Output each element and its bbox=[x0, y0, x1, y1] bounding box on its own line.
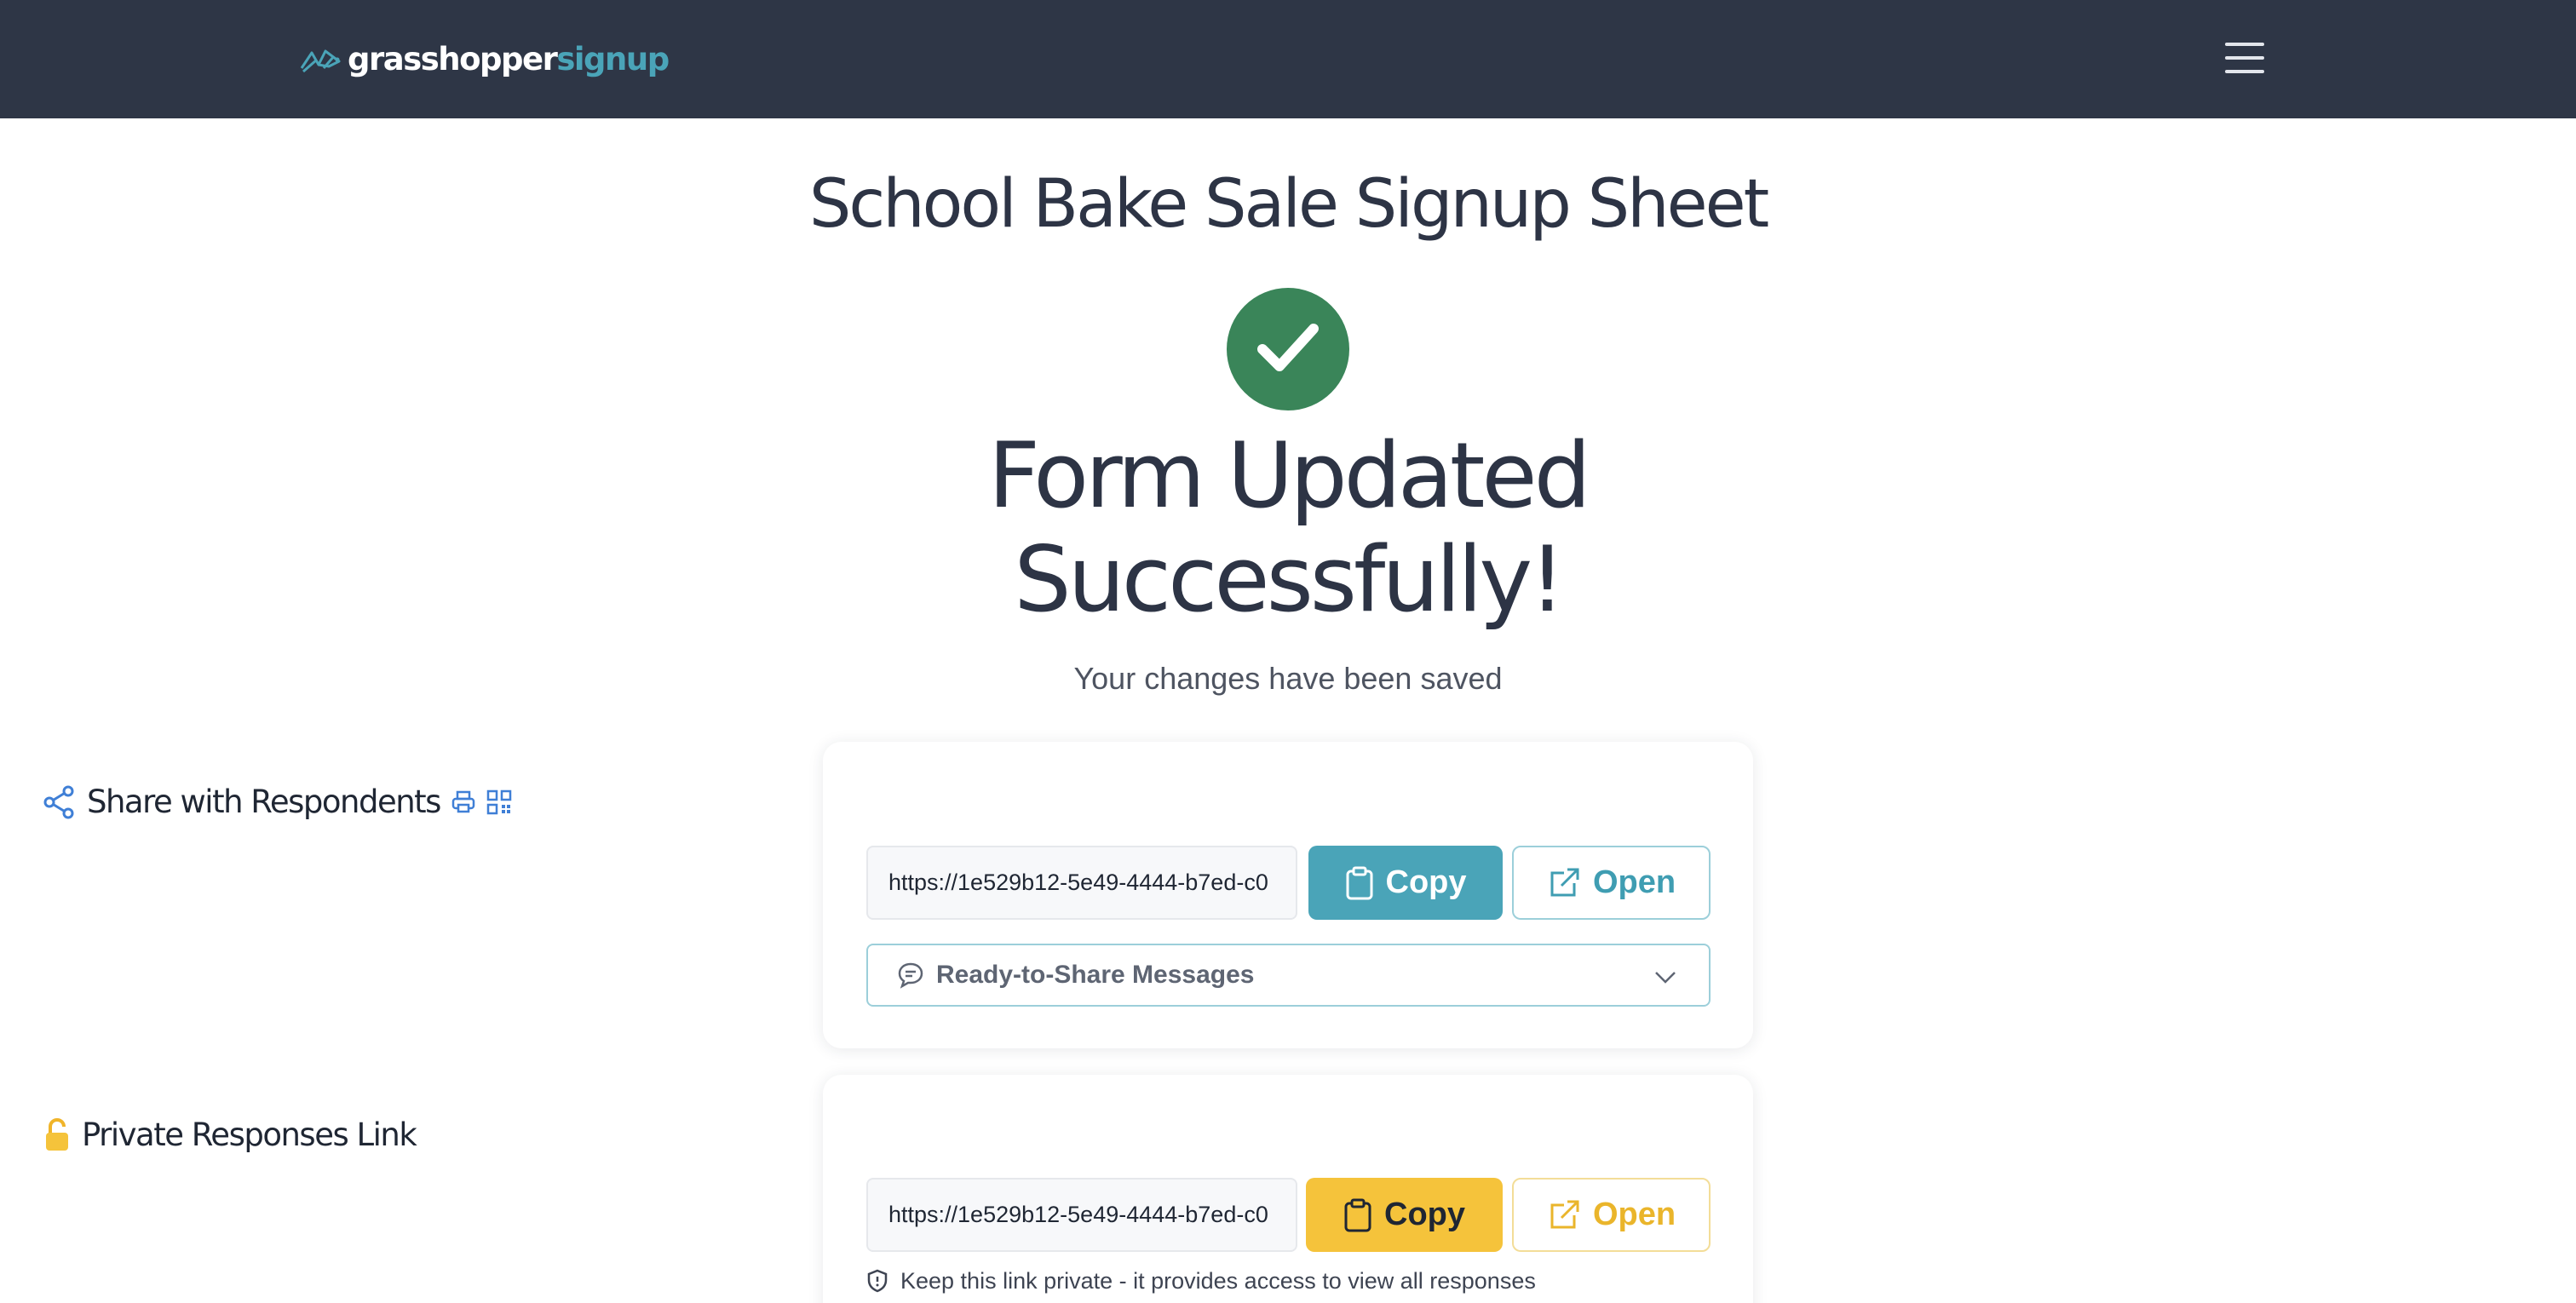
success-headline: Form Updated Successfully! bbox=[0, 424, 2576, 632]
hamburger-menu-icon[interactable] bbox=[2225, 41, 2264, 75]
private-card-header: Private Responses Link bbox=[43, 1111, 417, 1159]
private-open-button[interactable]: Open bbox=[1512, 1178, 1711, 1252]
share-copy-label: Copy bbox=[1385, 864, 1467, 900]
qr-code-icon[interactable] bbox=[486, 789, 512, 815]
chat-bubble-icon bbox=[898, 962, 923, 989]
private-copy-button[interactable]: Copy bbox=[1306, 1178, 1503, 1252]
logo-text-accent: signup bbox=[556, 41, 670, 77]
private-url-input[interactable]: https://1e529b12-5e49-4444-b7ed-c0 bbox=[866, 1178, 1297, 1252]
share-url-input[interactable]: https://1e529b12-5e49-4444-b7ed-c0 bbox=[866, 846, 1297, 920]
logo[interactable]: grasshopper signup bbox=[300, 37, 670, 82]
chevron-down-icon bbox=[1655, 972, 1676, 984]
private-card-title: Private Responses Link bbox=[82, 1116, 417, 1153]
logo-text-primary: grasshopper bbox=[348, 41, 558, 77]
clipboard-icon bbox=[1346, 866, 1372, 899]
shield-icon bbox=[867, 1269, 888, 1293]
private-copy-label: Copy bbox=[1384, 1197, 1465, 1232]
share-open-label: Open bbox=[1592, 864, 1676, 900]
share-open-button[interactable]: Open bbox=[1512, 846, 1711, 920]
saved-message: Your changes have been saved bbox=[1073, 661, 1503, 696]
headline-line-2: Successfully! bbox=[1014, 527, 1565, 632]
grasshopper-logo-icon bbox=[300, 49, 341, 73]
clipboard-icon bbox=[1344, 1198, 1371, 1231]
lock-icon bbox=[46, 1118, 68, 1151]
headline-line-1: Form Updated bbox=[988, 423, 1591, 528]
share-icon bbox=[43, 785, 74, 819]
private-open-label: Open bbox=[1592, 1197, 1676, 1232]
share-card-title: Share with Respondents bbox=[87, 784, 441, 820]
private-link-note: Keep this link private - it provides acc… bbox=[900, 1267, 1536, 1294]
ready-to-share-messages-dropdown[interactable]: Ready-to-Share Messages bbox=[866, 944, 1711, 1007]
share-copy-button[interactable]: Copy bbox=[1308, 846, 1503, 920]
dropdown-label: Ready-to-Share Messages bbox=[936, 961, 1255, 989]
top-navbar: grasshopper signup bbox=[0, 0, 2576, 118]
external-link-icon bbox=[1550, 868, 1579, 896]
printer-icon[interactable] bbox=[451, 789, 476, 815]
private-link-warning: Keep this link private - it provides acc… bbox=[866, 1266, 1536, 1296]
page-title: School Bake Sale Signup Sheet bbox=[808, 166, 1769, 243]
share-card-header: Share with Respondents bbox=[43, 778, 512, 826]
external-link-icon bbox=[1550, 1200, 1579, 1228]
check-circle-icon bbox=[1227, 288, 1349, 410]
